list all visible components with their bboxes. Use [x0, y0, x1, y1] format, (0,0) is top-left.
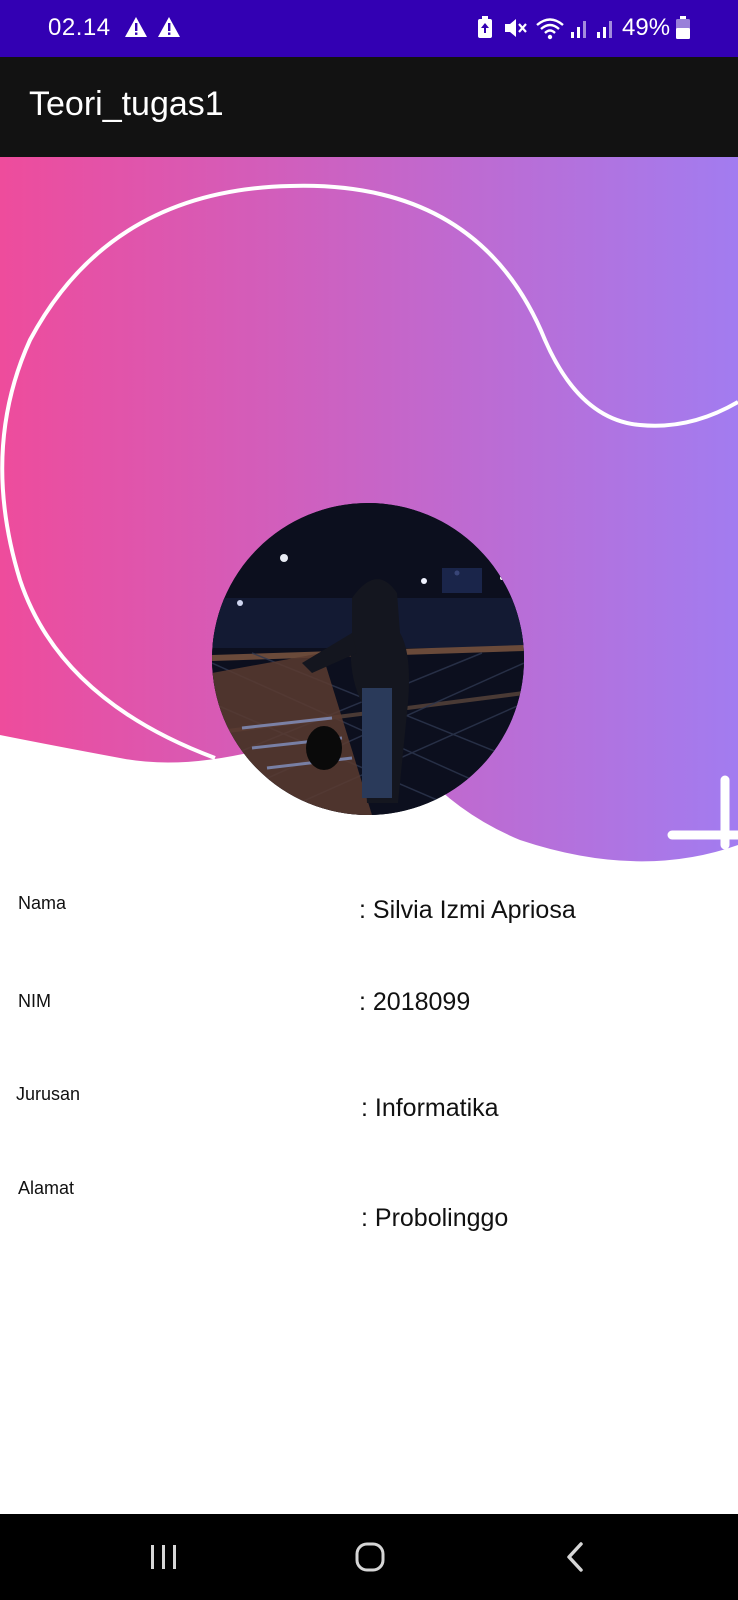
navigation-bar: [0, 1514, 738, 1600]
status-time: 02.14: [48, 14, 111, 41]
label-alamat: Alamat: [18, 1178, 75, 1198]
warning-icon: [158, 17, 180, 37]
status-bar: 02.14 49%: [0, 0, 738, 57]
profile-photo: [212, 503, 524, 815]
label-nama: Nama: [18, 893, 67, 913]
signal-icon: [571, 21, 586, 38]
value-nama: : Silvia Izmi Apriosa: [359, 896, 576, 924]
signal-icon: [597, 21, 612, 38]
battery-saver-icon: [478, 16, 492, 38]
mute-icon: [505, 19, 527, 37]
back-icon[interactable]: [547, 1532, 607, 1582]
value-alamat: : Probolinggo: [361, 1204, 509, 1232]
app-title: Teori_tugas1: [29, 85, 224, 123]
label-jurusan: Jurusan: [16, 1084, 81, 1104]
value-nim: : 2018099: [359, 988, 471, 1016]
battery-icon: [676, 16, 690, 39]
screen: 02.14 49% Teori_tugas1 Nama: Silvia Izm…: [0, 0, 738, 1600]
recent-apps-icon[interactable]: [134, 1532, 194, 1582]
label-nim: NIM: [18, 991, 51, 1011]
home-icon[interactable]: [340, 1532, 400, 1582]
wifi-icon: [536, 18, 564, 40]
battery-percent: 49%: [622, 14, 671, 41]
value-jurusan: : Informatika: [361, 1094, 499, 1122]
app-bar: Teori_tugas1: [0, 57, 738, 157]
warning-icon: [125, 17, 147, 37]
